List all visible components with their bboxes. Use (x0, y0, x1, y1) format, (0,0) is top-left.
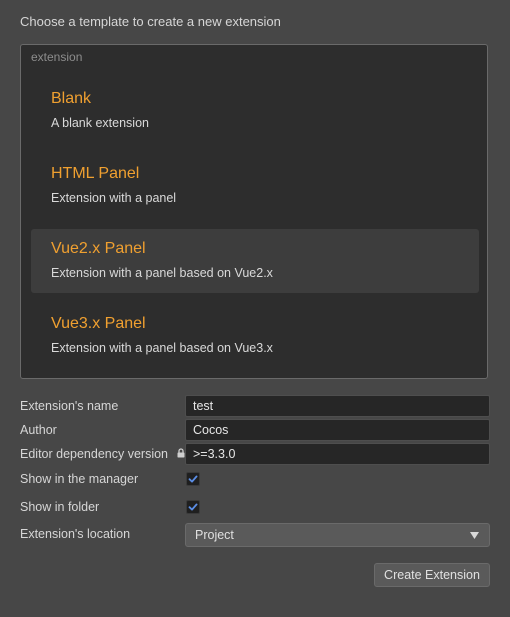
dropdown-arrow-icon (470, 532, 479, 539)
name-label: Extension's name (20, 399, 119, 413)
extension-name-input[interactable] (185, 395, 490, 417)
template-blank[interactable]: Blank A blank extension (31, 79, 479, 143)
show-manager-checkbox[interactable] (186, 472, 200, 486)
author-row: Author (20, 419, 490, 441)
template-name: HTML Panel (51, 165, 140, 182)
dialog-heading: Choose a template to create a new extens… (20, 14, 281, 29)
location-row: Extension's location Project (20, 523, 490, 547)
template-name: Vue2.x Panel (51, 240, 146, 257)
name-row: Extension's name (20, 395, 490, 417)
template-description: A blank extension (51, 116, 149, 130)
checkmark-icon (188, 475, 198, 483)
location-label: Extension's location (20, 527, 131, 541)
dependency-version-input[interactable] (185, 443, 490, 465)
template-name: Vue3.x Panel (51, 315, 146, 332)
location-select[interactable]: Project (185, 523, 490, 547)
show-manager-row: Show in the manager (20, 468, 490, 490)
show-folder-checkbox[interactable] (186, 500, 200, 514)
author-input[interactable] (185, 419, 490, 441)
template-group-label: extension (31, 50, 83, 64)
dependency-row: Editor dependency version (20, 443, 490, 465)
create-extension-button[interactable]: Create Extension (374, 563, 490, 587)
show-folder-row: Show in folder (20, 496, 490, 518)
checkmark-icon (188, 503, 198, 511)
template-vue2-panel[interactable]: Vue2.x Panel Extension with a panel base… (31, 229, 479, 293)
template-html-panel[interactable]: HTML Panel Extension with a panel (31, 154, 479, 218)
dependency-label: Editor dependency version (20, 447, 169, 461)
template-description: Extension with a panel based on Vue3.x (51, 341, 273, 355)
dependency-label-wrap: Editor dependency version (20, 447, 185, 461)
template-name: Blank (51, 90, 92, 107)
template-vue3-panel[interactable]: Vue3.x Panel Extension with a panel base… (31, 304, 479, 368)
template-list: extension Blank A blank extension HTML P… (20, 44, 488, 379)
template-description: Extension with a panel based on Vue2.x (51, 266, 273, 280)
lock-icon (177, 447, 185, 461)
location-selected-value: Project (195, 528, 234, 542)
template-description: Extension with a panel (51, 191, 177, 205)
show-manager-label: Show in the manager (20, 472, 139, 486)
show-folder-label: Show in folder (20, 500, 100, 514)
author-label: Author (20, 423, 57, 437)
